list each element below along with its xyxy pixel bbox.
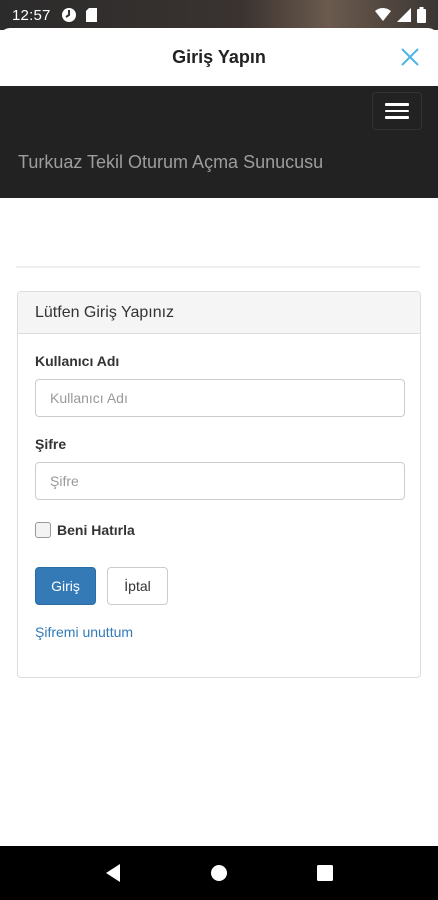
- navbar-brand[interactable]: Turkuaz Tekil Oturum Açma Sunucusu: [18, 152, 323, 173]
- username-label: Kullanıcı Adı: [35, 353, 120, 369]
- remember-checkbox[interactable]: [35, 522, 51, 538]
- hamburger-bar: [385, 109, 409, 113]
- sd-card-icon: [85, 8, 97, 22]
- status-icons-left: [61, 7, 98, 23]
- status-bar: 12:57: [0, 0, 438, 30]
- login-panel: Lütfen Giriş Yapınız Kullanıcı Adı Şifre…: [17, 291, 421, 678]
- system-navigation-bar: [0, 846, 438, 900]
- close-icon[interactable]: [398, 45, 422, 69]
- remember-me[interactable]: Beni Hatırla: [35, 522, 135, 538]
- status-icons-right: [375, 7, 426, 23]
- menu-toggle-button[interactable]: [372, 92, 422, 130]
- back-button[interactable]: [93, 853, 133, 893]
- hamburger-bar: [385, 116, 409, 119]
- battery-icon: [417, 7, 426, 23]
- hamburger-bar: [385, 103, 409, 106]
- password-input[interactable]: [35, 462, 405, 500]
- sheet-header: Giriş Yapın: [0, 28, 438, 86]
- recents-button[interactable]: [305, 853, 345, 893]
- recents-icon: [317, 865, 333, 881]
- back-icon: [106, 864, 120, 882]
- login-button[interactable]: Giriş: [35, 567, 96, 605]
- data-saver-icon: [61, 8, 76, 22]
- status-time: 12:57: [12, 6, 51, 24]
- navbar: Turkuaz Tekil Oturum Açma Sunucusu: [0, 86, 438, 198]
- password-label: Şifre: [35, 436, 67, 452]
- signal-icon: [397, 8, 411, 22]
- sheet-title: Giriş Yapın: [172, 46, 266, 67]
- home-button[interactable]: [199, 853, 239, 893]
- cancel-button[interactable]: İptal: [107, 567, 168, 605]
- remember-label: Beni Hatırla: [57, 522, 135, 538]
- panel-heading: Lütfen Giriş Yapınız: [18, 292, 420, 334]
- screen: 12:57 Giriş Yapın Turkuaz Tekil Oturum A…: [0, 0, 438, 900]
- divider: [16, 266, 420, 268]
- forgot-password-link[interactable]: Şifremi unuttum: [35, 624, 133, 640]
- wifi-icon: [375, 8, 391, 21]
- home-icon: [211, 865, 227, 881]
- username-input[interactable]: [35, 379, 405, 417]
